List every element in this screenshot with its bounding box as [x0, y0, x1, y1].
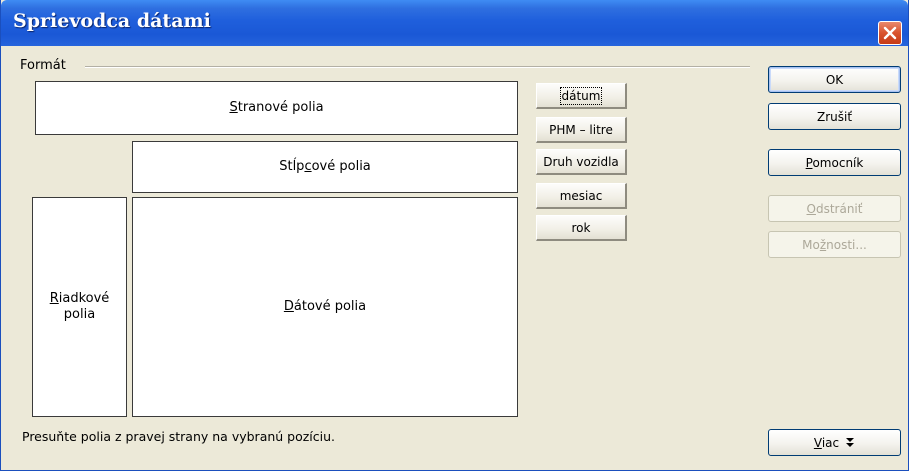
row-fields-label: Riadkové polia	[49, 291, 110, 322]
column-fields-area[interactable]: Stĺpcové polia	[132, 141, 518, 193]
data-fields-label: Dátové polia	[283, 299, 367, 314]
instruction-text: Presuňte polia z pravej strany na vybran…	[22, 429, 336, 444]
field-button-mesiac[interactable]: mesiac	[536, 183, 627, 209]
double-chevron-down-icon	[846, 438, 855, 447]
field-button-phm-litre[interactable]: PHM – litre	[536, 117, 627, 143]
more-button[interactable]: Viac	[768, 429, 901, 456]
page-fields-label: Stranové polia	[229, 100, 324, 115]
page-fields-area[interactable]: Stranové polia	[35, 81, 518, 135]
remove-button[interactable]: Odstrániť	[768, 195, 901, 222]
window-title: Sprievodca dátami	[13, 10, 211, 32]
column-fields-label: Stĺpcové polia	[279, 159, 371, 174]
options-button[interactable]: Možnosti...	[768, 231, 901, 258]
help-button[interactable]: Pomocník	[768, 149, 901, 176]
format-group-divider	[85, 66, 750, 68]
title-bar[interactable]: Sprievodca dátami	[1, 0, 908, 46]
row-fields-area[interactable]: Riadkové polia	[32, 197, 127, 417]
field-button-druh-vozidla[interactable]: Druh vozidla	[536, 149, 627, 175]
close-button[interactable]	[878, 21, 902, 45]
format-group-label: Formát	[20, 58, 66, 73]
cancel-button[interactable]: Zrušiť	[768, 103, 901, 130]
close-icon	[883, 26, 897, 40]
data-fields-area[interactable]: Dátové polia	[132, 197, 518, 417]
ok-button[interactable]: OK	[768, 66, 901, 93]
dialog-window: Sprievodca dátami Formát Stranové polia …	[0, 0, 909, 471]
dialog-body: Formát Stranové polia Stĺpcové polia Ria…	[1, 46, 908, 470]
field-button-rok[interactable]: rok	[536, 215, 627, 241]
field-button-datum[interactable]: dátum	[536, 83, 627, 109]
